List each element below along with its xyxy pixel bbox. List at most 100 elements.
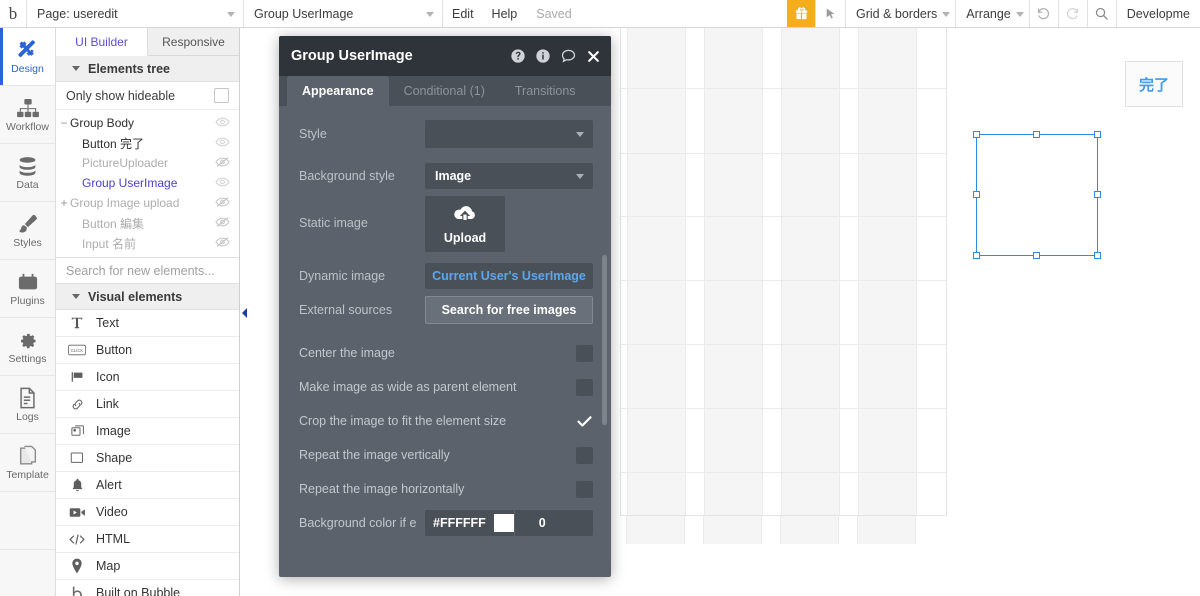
- resize-handle-ne[interactable]: [1094, 131, 1101, 138]
- grid-line-v: [704, 28, 705, 515]
- image-option-row[interactable]: Center the image: [279, 336, 611, 370]
- tree-node[interactable]: Button 編集: [56, 213, 239, 233]
- element-selector[interactable]: Group UserImage: [243, 0, 442, 27]
- selected-element-group-userimage[interactable]: [973, 131, 1101, 259]
- tree-node[interactable]: − Group Body: [56, 113, 239, 133]
- resize-handle-nw[interactable]: [973, 131, 980, 138]
- only-show-hideable-checkbox[interactable]: [214, 88, 229, 103]
- canvas-done-button[interactable]: 完了: [1125, 61, 1183, 107]
- search-icon[interactable]: [1086, 0, 1116, 27]
- comment-icon[interactable]: [560, 48, 577, 64]
- tree-node[interactable]: Input 名前: [56, 233, 239, 253]
- eye-icon[interactable]: [215, 117, 231, 129]
- only-show-hideable-row[interactable]: Only show hideable: [56, 82, 239, 110]
- visual-element-item[interactable]: Video: [56, 499, 239, 526]
- visual-elements-section-header[interactable]: Visual elements: [56, 284, 239, 310]
- rail-item-data[interactable]: Data: [0, 144, 55, 202]
- dynamic-image-value[interactable]: Current User's UserImage: [425, 263, 593, 289]
- resize-handle-se[interactable]: [1094, 252, 1101, 259]
- tree-expander[interactable]: −: [58, 117, 70, 129]
- tab-responsive[interactable]: Responsive: [148, 28, 239, 55]
- image-option-row[interactable]: Crop the image to fit the element size: [279, 404, 611, 438]
- search-new-elements-input[interactable]: Search for new elements...: [56, 258, 239, 284]
- visual-element-item[interactable]: Shape: [56, 445, 239, 472]
- resize-handle-n[interactable]: [1033, 131, 1040, 138]
- rail-item-workflow[interactable]: Workflow: [0, 86, 55, 144]
- close-icon[interactable]: [586, 49, 601, 64]
- resize-handle-w[interactable]: [973, 191, 980, 198]
- visual-element-item[interactable]: CLICK Button: [56, 337, 239, 364]
- background-color-label: Background color if e: [299, 516, 417, 530]
- info-icon[interactable]: [535, 48, 551, 64]
- rail-item-logs[interactable]: Logs: [0, 376, 55, 434]
- tree-node[interactable]: + Group Image upload: [56, 193, 239, 213]
- checkbox-icon[interactable]: [576, 378, 593, 396]
- visual-element-item[interactable]: Icon: [56, 364, 239, 391]
- dialog-header[interactable]: Group UserImage: [279, 36, 611, 76]
- gift-icon[interactable]: [787, 0, 815, 27]
- undo-icon[interactable]: [1028, 0, 1058, 27]
- dialog-scrollbar[interactable]: [602, 255, 607, 425]
- tree-expander[interactable]: +: [58, 197, 70, 209]
- tree-node[interactable]: PictureUploader: [56, 153, 239, 173]
- plugins-icon: [17, 271, 39, 293]
- canvas-page-area[interactable]: [620, 28, 947, 516]
- bubble-logo[interactable]: b: [0, 0, 26, 27]
- visual-element-item[interactable]: Link: [56, 391, 239, 418]
- checkbox-icon[interactable]: [576, 446, 593, 464]
- color-swatch[interactable]: [493, 514, 514, 532]
- background-style-dropdown[interactable]: Image: [425, 163, 593, 189]
- visual-element-item[interactable]: HTML: [56, 526, 239, 553]
- environment-label[interactable]: Developme: [1115, 0, 1200, 27]
- element-selector-label: Group UserImage: [254, 6, 354, 21]
- checkbox-checked-icon[interactable]: [576, 413, 593, 430]
- resize-handle-e[interactable]: [1094, 191, 1101, 198]
- image-option-row[interactable]: Repeat the image horizontally: [279, 472, 611, 506]
- pointer-tool-button[interactable]: [815, 0, 845, 27]
- help-menu[interactable]: Help: [483, 0, 527, 27]
- checkbox-icon[interactable]: [576, 344, 593, 362]
- rail-item-design[interactable]: Design: [0, 28, 55, 86]
- rail-empty-space: [0, 550, 55, 596]
- tree-node[interactable]: Button 完了: [56, 133, 239, 153]
- image-option-row[interactable]: Repeat the image vertically: [279, 438, 611, 472]
- edit-menu[interactable]: Edit: [442, 0, 483, 27]
- image-option-row[interactable]: Make image as wide as parent element: [279, 370, 611, 404]
- grid-borders-menu[interactable]: Grid & borders: [845, 0, 955, 27]
- tab-conditional[interactable]: Conditional (1): [389, 76, 500, 106]
- rail-item-template[interactable]: Template: [0, 434, 55, 492]
- rail-item-settings[interactable]: Settings: [0, 318, 55, 376]
- resize-handle-s[interactable]: [1033, 252, 1040, 259]
- elements-tree-section-header[interactable]: Elements tree: [56, 56, 239, 82]
- eye-off-icon[interactable]: [215, 237, 231, 249]
- tree-node[interactable]: Group UserImage: [56, 173, 239, 193]
- visual-element-item[interactable]: Alert: [56, 472, 239, 499]
- arrange-menu[interactable]: Arrange: [955, 0, 1028, 27]
- eye-icon[interactable]: [215, 177, 231, 189]
- style-dropdown[interactable]: [425, 120, 593, 148]
- eye-off-icon[interactable]: [215, 217, 231, 229]
- resize-handle-sw[interactable]: [973, 252, 980, 259]
- eye-off-icon[interactable]: [215, 197, 231, 209]
- background-color-hex[interactable]: #FFFFFF: [425, 510, 494, 536]
- eye-icon[interactable]: [215, 137, 231, 149]
- visual-element-item[interactable]: Text: [56, 310, 239, 337]
- eye-off-icon[interactable]: [215, 157, 231, 169]
- tab-transitions[interactable]: Transitions: [500, 76, 591, 106]
- visual-element-item[interactable]: Map: [56, 553, 239, 580]
- rail-item-plugins[interactable]: Plugins: [0, 260, 55, 318]
- redo-icon[interactable]: [1057, 0, 1087, 27]
- checkbox-icon[interactable]: [576, 480, 593, 498]
- visual-element-item[interactable]: Image: [56, 418, 239, 445]
- rail-item-styles[interactable]: Styles: [0, 202, 55, 260]
- dynamic-image-row: Dynamic image Current User's UserImage: [279, 262, 611, 290]
- visual-element-item[interactable]: Built on Bubble: [56, 580, 239, 596]
- tab-appearance[interactable]: Appearance: [287, 76, 389, 106]
- search-free-images-button[interactable]: Search for free images: [425, 296, 593, 324]
- page-selector[interactable]: Page: useredit: [26, 0, 243, 27]
- help-icon[interactable]: [510, 48, 526, 64]
- tab-ui-builder[interactable]: UI Builder: [56, 28, 148, 56]
- background-color-opacity[interactable]: 0: [513, 510, 570, 536]
- grid-line-v: [838, 516, 839, 544]
- upload-button[interactable]: Upload: [425, 196, 505, 252]
